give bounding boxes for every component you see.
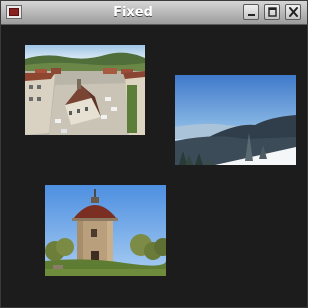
content-area: [2, 25, 306, 306]
minimize-button[interactable]: [243, 4, 259, 20]
window: Fixed: [0, 0, 308, 308]
mountain-landscape-photo: [175, 75, 296, 165]
maximize-button[interactable]: [264, 4, 280, 20]
close-icon: [289, 7, 298, 17]
rotunda-photo: [45, 185, 166, 276]
close-button[interactable]: [285, 4, 301, 20]
minimize-icon: [248, 14, 255, 16]
town-square-photo: [25, 45, 145, 135]
maximize-icon: [268, 7, 277, 17]
titlebar[interactable]: Fixed: [1, 1, 307, 25]
window-title: Fixed: [113, 5, 153, 20]
